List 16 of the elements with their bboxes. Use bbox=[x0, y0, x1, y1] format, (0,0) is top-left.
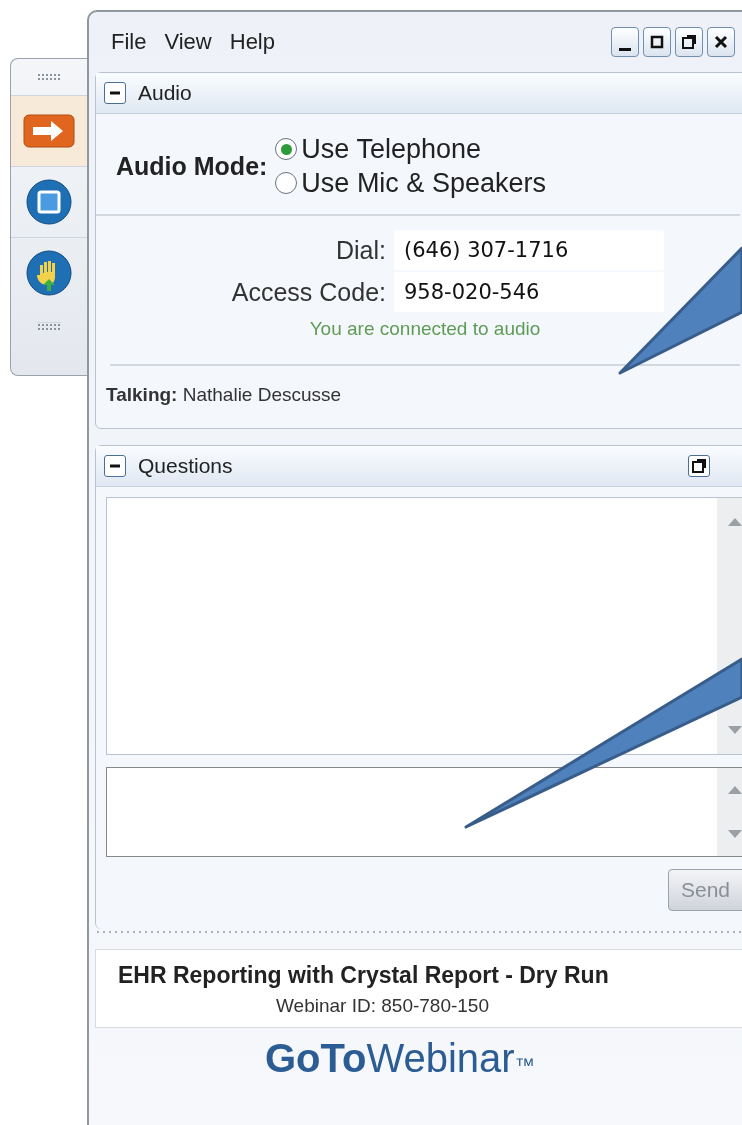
audio-mode-label: Audio Mode: bbox=[116, 151, 268, 181]
webinar-id: Webinar ID: 850-780-150 bbox=[276, 995, 489, 1017]
access-code-label: Access Code: bbox=[230, 277, 387, 307]
panel-title: Audio bbox=[138, 81, 192, 105]
webinar-title: EHR Reporting with Crystal Report - Dry Run bbox=[118, 962, 609, 989]
talking-status: Talking: Nathalie Descusse bbox=[105, 383, 343, 407]
logo: GoToWebinar™ bbox=[265, 1036, 536, 1081]
dial-number: (646) 307-1716 bbox=[394, 230, 664, 270]
menu-item[interactable]: Help bbox=[229, 29, 275, 55]
radio-label[interactable]: Use Telephone bbox=[301, 132, 481, 166]
menu-item[interactable]: View bbox=[164, 29, 212, 55]
radio-label[interactable]: Use Mic & Speakers bbox=[301, 166, 546, 200]
panel-title: Questions bbox=[138, 454, 233, 478]
menu-item[interactable]: File bbox=[111, 29, 147, 55]
dial-label: Dial: bbox=[335, 235, 387, 265]
access-code: 958-020-546 bbox=[394, 272, 664, 312]
